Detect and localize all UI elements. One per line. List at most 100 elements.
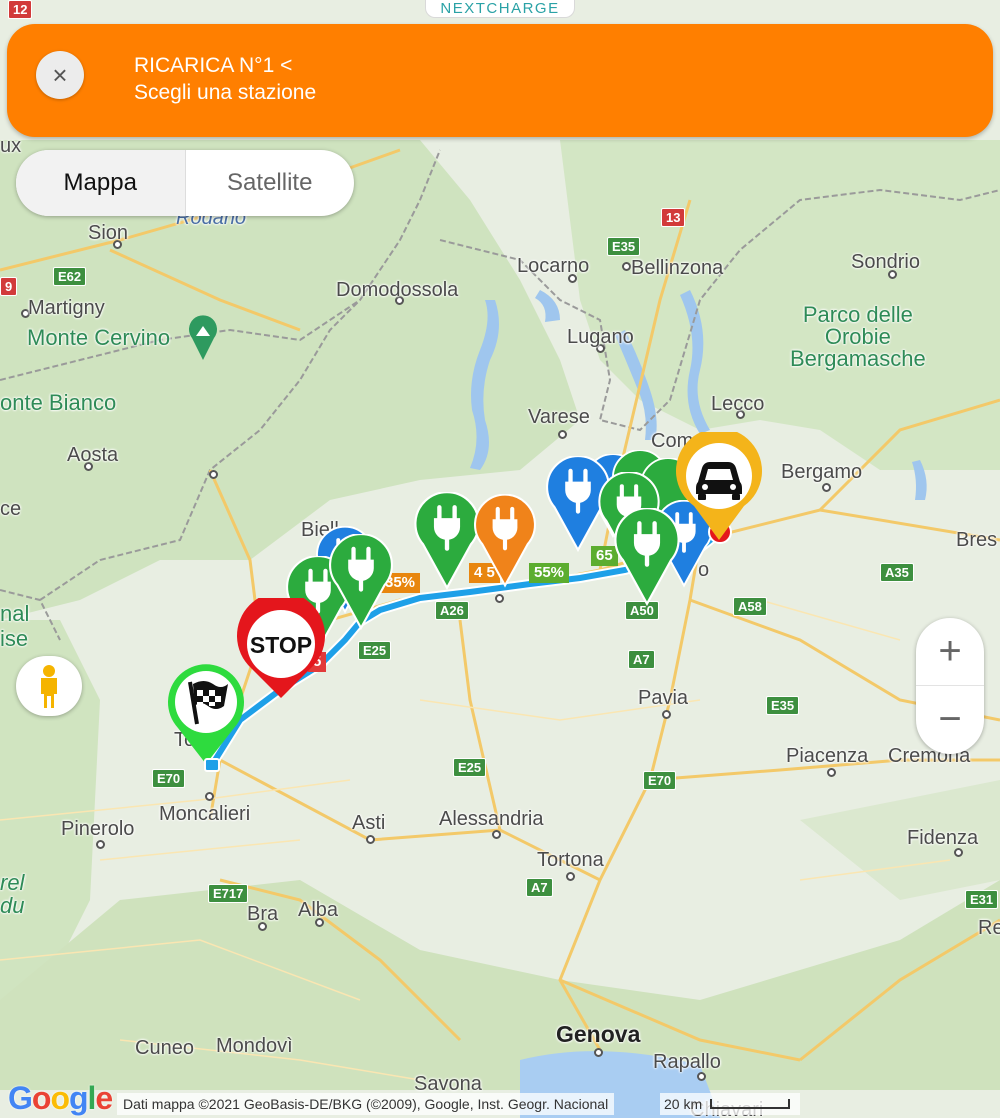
charge-banner[interactable]: × RICARICA N°1 < Scegli una stazione: [7, 24, 993, 137]
place-martigny: Martigny: [28, 297, 105, 319]
road-shield: E31: [965, 890, 999, 909]
place-dot: [495, 594, 504, 603]
place-savona: Savona: [414, 1073, 482, 1095]
zoom-out-button[interactable]: −: [916, 686, 984, 754]
place-bra: Bra: [247, 903, 279, 925]
brand-tab: NEXTCHARGE: [425, 0, 575, 18]
road-shield: E717: [208, 884, 249, 903]
banner-title[interactable]: RICARICA N°1 <: [134, 54, 292, 78]
place-dot: [566, 872, 575, 881]
road-shield: 12: [8, 0, 33, 19]
place-piacenza: Piacenza: [786, 745, 869, 767]
google-logo: Google: [8, 1080, 113, 1117]
scale-label: 20 km: [664, 1096, 703, 1112]
mountain-icon: [189, 315, 217, 360]
road-shield: A58: [733, 597, 767, 616]
map-type-satellite-button[interactable]: Satellite: [186, 150, 355, 216]
place-fragment: rel: [0, 870, 25, 895]
park-label-line: Orobie: [824, 324, 891, 349]
charging-station-pin[interactable]: [474, 494, 536, 588]
place-dot: [622, 262, 631, 271]
place-dot: [209, 470, 218, 479]
map-type-toggle: Mappa Satellite: [16, 150, 354, 216]
road-shield: A7: [628, 650, 655, 669]
road-shield: A35: [880, 563, 914, 582]
place-dot: [594, 1048, 603, 1057]
place-tortona: Tortona: [537, 849, 604, 871]
close-button[interactable]: ×: [36, 51, 84, 99]
place-brescia: Bres: [956, 529, 998, 551]
place-pavia: Pavia: [638, 687, 689, 709]
place-rapallo: Rapallo: [653, 1051, 721, 1073]
place-monte-bianco: onte Bianco: [0, 390, 117, 415]
road-shield: A26: [435, 601, 469, 620]
place-reggio: Re: [978, 917, 1000, 939]
place-sondrio: Sondrio: [851, 251, 920, 273]
road-shield: A7: [526, 878, 553, 897]
scale-bar[interactable]: 20 km: [660, 1093, 800, 1115]
place-fragment: nal: [0, 601, 30, 626]
charging-station-pin[interactable]: [414, 492, 480, 590]
zoom-in-button[interactable]: +: [916, 618, 984, 686]
place-fragment: ux: [0, 135, 22, 157]
map-type-map-button[interactable]: Mappa: [16, 150, 186, 216]
road-shield: E25: [358, 641, 392, 660]
place-dot: [827, 768, 836, 777]
place-bellinzona: Bellinzona: [631, 257, 724, 279]
road-shield: E35: [766, 696, 800, 715]
place-fragment: du: [0, 893, 25, 918]
charging-station-pin[interactable]: [329, 534, 393, 630]
place-dot: [558, 430, 567, 439]
charging-station-pin[interactable]: [614, 508, 680, 606]
place-domodossola: Domodossola: [336, 279, 459, 301]
place-fidenza: Fidenza: [907, 827, 979, 849]
park-label-line: Parco delle: [802, 302, 913, 327]
place-dot: [492, 830, 501, 839]
logo-letter: G: [8, 1080, 33, 1116]
road-shield: E70: [152, 769, 186, 788]
place-dot: [822, 483, 831, 492]
place-alessandria: Alessandria: [439, 808, 544, 830]
street-view-button[interactable]: [16, 656, 82, 716]
scale-ruler: [710, 1099, 790, 1109]
map-attribution[interactable]: Dati mappa ©2021 GeoBasis-DE/BKG (©2009)…: [117, 1093, 615, 1115]
stop-label: STOP: [250, 632, 312, 658]
place-fragment: ise: [0, 626, 29, 651]
stop-marker[interactable]: STOP: [235, 598, 327, 700]
destination-marker[interactable]: [166, 662, 246, 766]
road-shield: 9: [0, 277, 18, 296]
logo-letter: o: [50, 1080, 70, 1116]
place-dot: [366, 835, 375, 844]
road-shield: E62: [53, 267, 87, 286]
logo-letter: o: [31, 1080, 52, 1116]
place-lecco: Lecco: [711, 393, 765, 415]
logo-letter: e: [95, 1080, 113, 1116]
place-bergamo: Bergamo: [781, 461, 863, 483]
road-shield: E70: [643, 771, 677, 790]
place-locarno: Locarno: [517, 255, 590, 277]
place-genova: Genova: [556, 1021, 641, 1047]
place-asti: Asti: [352, 812, 386, 834]
place-dot: [96, 840, 105, 849]
place-dot: [954, 848, 963, 857]
place-monte-cervino: Monte Cervino: [27, 325, 171, 350]
park-label-line: Bergamasche: [790, 346, 926, 371]
place-cuneo: Cuneo: [135, 1037, 194, 1059]
place-alba: Alba: [298, 899, 339, 921]
place-dot: [205, 792, 214, 801]
road-shield: E25: [453, 758, 487, 777]
pegman-icon: [41, 665, 57, 708]
banner-subtitle: Scegli una stazione: [134, 81, 317, 104]
road-shield: E35: [607, 237, 641, 256]
place-dot: [662, 710, 671, 719]
close-icon: ×: [52, 60, 68, 90]
place-mondovi: Mondovì: [216, 1035, 293, 1057]
place-dot: [697, 1072, 706, 1081]
place-lugano: Lugano: [567, 326, 634, 348]
route-end-cap: [204, 758, 220, 772]
place-fragment: ce: [0, 498, 22, 520]
place-varese: Varese: [528, 406, 590, 428]
zoom-control: + −: [916, 618, 984, 754]
place-aosta: Aosta: [67, 444, 119, 466]
car-marker[interactable]: [674, 432, 764, 542]
